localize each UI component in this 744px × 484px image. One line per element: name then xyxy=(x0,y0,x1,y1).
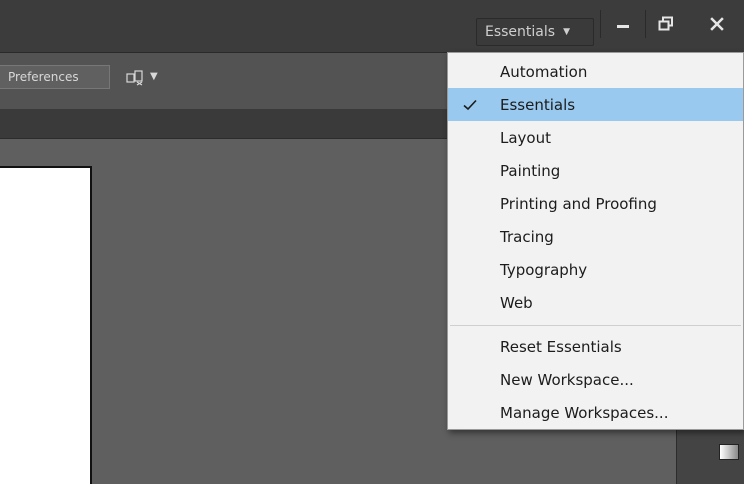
minimize-button[interactable] xyxy=(600,10,646,38)
menu-item-label: New Workspace... xyxy=(500,370,634,389)
menu-item-label: Printing and Proofing xyxy=(500,194,657,213)
checkmark-icon xyxy=(463,99,477,110)
menu-item-painting[interactable]: Painting xyxy=(448,154,743,187)
menu-item-reset-essentials[interactable]: Reset Essentials xyxy=(448,330,743,363)
workspace-actions: Reset Essentials New Workspace... Manage… xyxy=(448,330,743,429)
chevron-down-icon[interactable]: ▼ xyxy=(150,71,158,82)
close-button[interactable] xyxy=(690,10,744,38)
close-icon xyxy=(710,17,724,31)
menu-item-label: Web xyxy=(500,293,533,312)
preferences-label: Preferences xyxy=(8,70,79,84)
menu-item-label: Automation xyxy=(500,62,588,81)
menu-item-label: Layout xyxy=(500,128,551,147)
menu-item-layout[interactable]: Layout xyxy=(448,121,743,154)
menu-item-essentials[interactable]: Essentials xyxy=(448,88,743,121)
menu-item-automation[interactable]: Automation xyxy=(448,55,743,88)
menu-item-label: Tracing xyxy=(500,227,554,246)
workspace-list: Automation Essentials Layout Painting Pr… xyxy=(448,53,743,319)
workspace-switcher-button[interactable]: Essentials ▼ xyxy=(476,18,594,46)
menu-item-label: Painting xyxy=(500,161,561,180)
menu-item-tracing[interactable]: Tracing xyxy=(448,220,743,253)
tools-panel-edge xyxy=(676,430,744,484)
gradient-swatch-icon[interactable] xyxy=(719,444,739,460)
artboard-canvas[interactable] xyxy=(0,166,92,484)
application-title-bar: Essentials ▼ xyxy=(0,0,744,52)
menu-item-label: Essentials xyxy=(500,95,576,114)
menu-item-manage-workspaces[interactable]: Manage Workspaces... xyxy=(448,396,743,429)
preferences-button[interactable]: Preferences xyxy=(0,65,110,89)
menu-item-label: Reset Essentials xyxy=(500,337,622,356)
menu-item-label: Manage Workspaces... xyxy=(500,403,669,422)
arrange-documents-icon[interactable] xyxy=(126,70,144,86)
menu-item-web[interactable]: Web xyxy=(448,286,743,319)
restore-button[interactable] xyxy=(644,10,688,38)
menu-item-new-workspace[interactable]: New Workspace... xyxy=(448,363,743,396)
menu-item-typography[interactable]: Typography xyxy=(448,253,743,286)
minimize-icon xyxy=(617,24,629,28)
restore-icon xyxy=(658,16,673,31)
menu-item-printing-and-proofing[interactable]: Printing and Proofing xyxy=(448,187,743,220)
menu-item-label: Typography xyxy=(500,260,588,279)
workspace-menu: Automation Essentials Layout Painting Pr… xyxy=(447,52,744,430)
chevron-down-icon: ▼ xyxy=(563,27,570,37)
workspace-switcher-label: Essentials xyxy=(485,24,556,40)
menu-separator xyxy=(450,325,741,326)
